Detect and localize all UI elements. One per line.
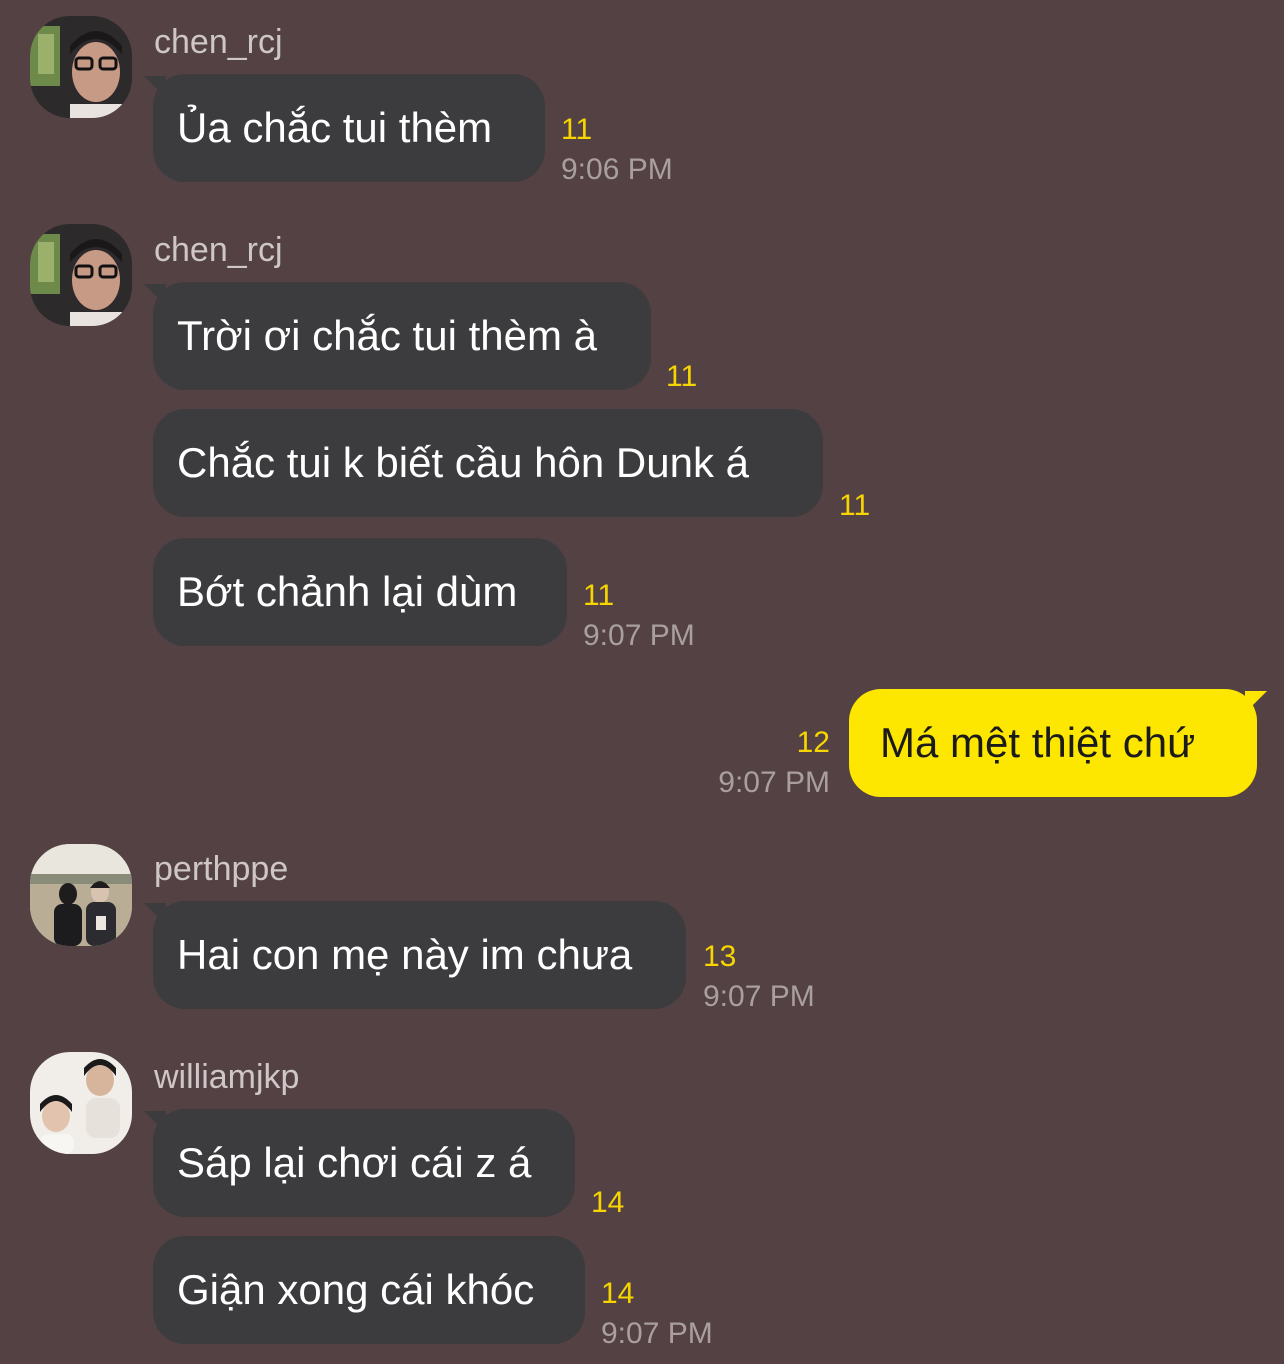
- unread-count: 11: [839, 489, 871, 522]
- message-bubble[interactable]: Trời ơi chắc tui thèm à: [153, 282, 651, 390]
- unread-count: 11: [583, 579, 615, 612]
- bubble-tail: [1245, 691, 1267, 713]
- unread-count: 13: [703, 940, 737, 973]
- sender-name: chen_rcj: [154, 231, 283, 269]
- avatar-chen-rcj[interactable]: [30, 224, 132, 326]
- unread-count: 12: [796, 726, 830, 759]
- message-bubble[interactable]: Chắc tui k biết cầu hôn Dunk á: [153, 409, 823, 517]
- message-time: 9:07 PM: [583, 619, 695, 652]
- avatar-photo: [30, 16, 132, 118]
- avatar-photo: [30, 224, 132, 326]
- avatar-photo: [30, 1052, 132, 1154]
- unread-count: 14: [601, 1277, 635, 1310]
- avatar-perthppe[interactable]: [30, 844, 132, 946]
- message-bubble[interactable]: Ủa chắc tui thèm: [153, 74, 545, 182]
- message-time: 9:06 PM: [561, 153, 673, 186]
- message-bubble[interactable]: Hai con mẹ này im chưa: [153, 901, 686, 1009]
- message-time: 9:07 PM: [718, 766, 830, 799]
- unread-count: 14: [591, 1186, 625, 1219]
- sender-name: perthppe: [154, 850, 289, 888]
- message-time: 9:07 PM: [703, 980, 815, 1013]
- avatar-williamjkp[interactable]: [30, 1052, 132, 1154]
- unread-count: 11: [666, 360, 698, 393]
- sender-name: williamjkp: [154, 1058, 300, 1096]
- avatar-photo: [30, 844, 132, 946]
- message-bubble[interactable]: Bớt chảnh lại dùm: [153, 538, 567, 646]
- avatar-chen-rcj[interactable]: [30, 16, 132, 118]
- message-bubble-outgoing[interactable]: Má mệt thiệt chứ: [849, 689, 1257, 797]
- message-bubble[interactable]: Sáp lại chơi cái z á: [153, 1109, 575, 1217]
- sender-name: chen_rcj: [154, 23, 283, 61]
- message-time: 9:07 PM: [601, 1317, 713, 1350]
- message-bubble[interactable]: Giận xong cái khóc: [153, 1236, 585, 1344]
- unread-count: 11: [561, 113, 593, 146]
